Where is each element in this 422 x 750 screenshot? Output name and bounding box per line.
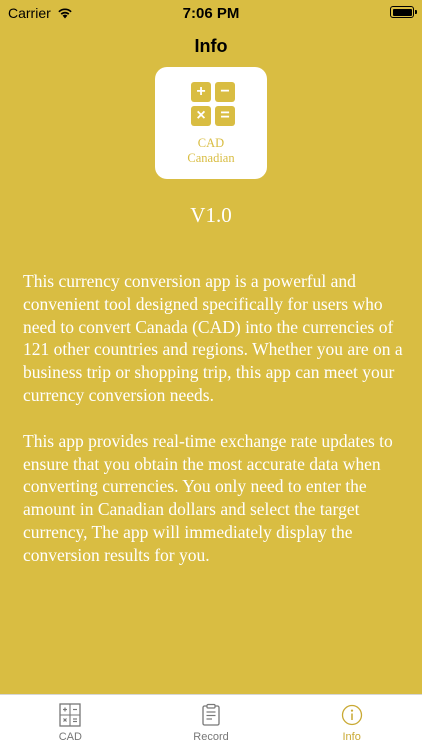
battery-icon [390,6,417,18]
logo-currency-code: CAD [197,136,225,150]
multiply-icon: × [191,106,211,126]
tab-cad[interactable]: CAD [0,695,141,750]
clipboard-icon [202,703,220,726]
info-icon [341,704,362,726]
description-paragraph-2: This app provides real-time exchange rat… [23,430,393,565]
equals-icon: = [215,106,235,126]
tab-bar: CAD Record Info [0,694,422,750]
tab-info-label: Info [342,731,361,743]
version-label: V1.0 [190,203,232,227]
app-logo: + − × = CAD Canadian [155,67,267,179]
tab-info[interactable]: Info [281,695,422,750]
tab-record[interactable]: Record [141,695,282,750]
logo-currency-name: Canadian [187,151,235,165]
tab-cad-label: CAD [58,731,82,743]
calculator-icon [59,703,81,727]
tab-record-label: Record [193,731,229,743]
page-title: Info [194,36,228,56]
status-time: 7:06 PM [182,5,240,22]
minus-icon: − [215,82,235,102]
status-bar: Carrier 7:06 PM [0,0,422,26]
plus-icon: + [191,82,211,102]
description-paragraph-1: This currency conversion app is a powerf… [23,271,403,405]
app-description: This currency conversion app is a powerf… [23,270,403,590]
calculator-grid-icon: + − × = [191,82,235,126]
